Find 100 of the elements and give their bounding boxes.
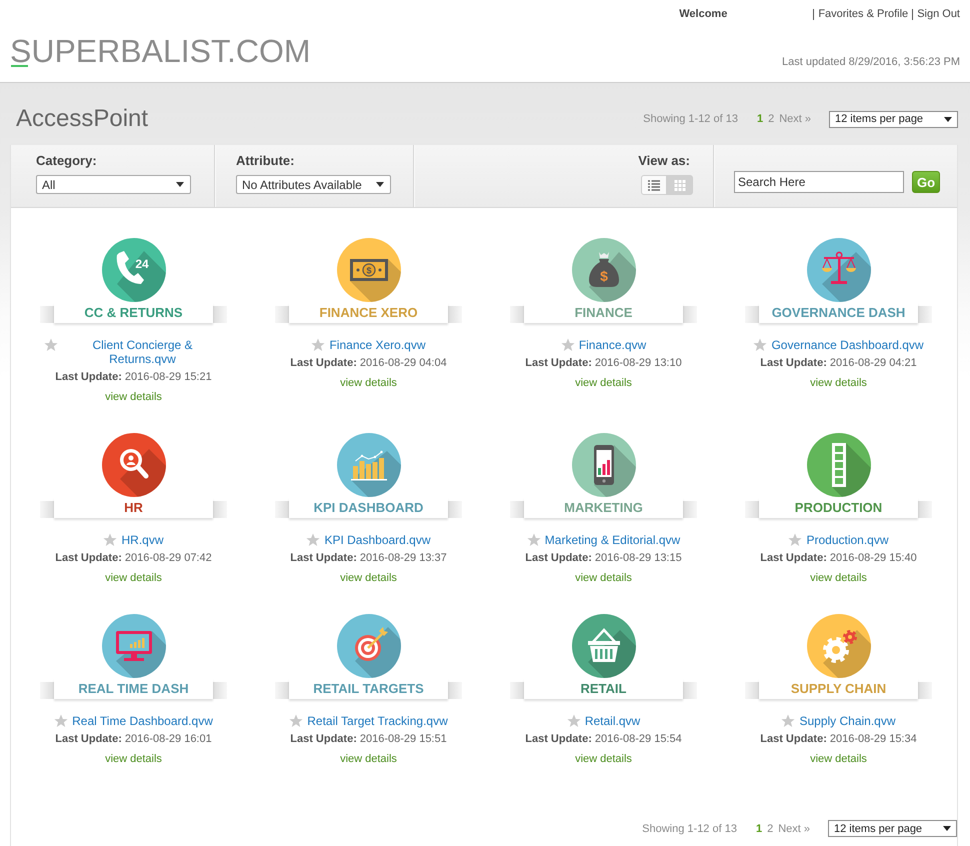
last-update-label: Last Update: <box>290 551 357 565</box>
star-icon[interactable] <box>54 714 68 728</box>
last-update-label: Last Update: <box>525 551 592 565</box>
view-as-label: View as: <box>638 153 690 169</box>
caret-icon <box>376 182 384 187</box>
last-updated-text: Last updated 8/29/2016, 3:56:23 PM <box>782 55 960 69</box>
title-banner: FINANCE <box>510 303 697 323</box>
site-logo[interactable]: SUPERBALIST.COM <box>10 33 311 69</box>
items-per-page-select[interactable]: 12 items per page <box>829 110 958 128</box>
results-summary: Showing 1-12 of 13 <box>642 822 737 836</box>
last-update-label: Last Update: <box>55 732 122 746</box>
view-details-link[interactable]: view details <box>575 752 632 766</box>
title-banner: PRODUCTION <box>745 498 932 518</box>
star-icon[interactable] <box>289 714 304 728</box>
last-update-time: 2016-08-29 15:34 <box>830 732 917 746</box>
search-field[interactable]: Search Here <box>734 171 904 193</box>
last-update-label: Last Update: <box>760 732 827 746</box>
document-link[interactable]: Governance Dashboard.qvw <box>771 338 924 352</box>
category-label: Category: <box>36 153 98 169</box>
view-details-link[interactable]: view details <box>810 752 867 766</box>
title-banner: RETAIL TARGETS <box>275 679 462 699</box>
last-update-time: 2016-08-29 15:21 <box>124 370 212 384</box>
document-link[interactable]: HR.qvw <box>121 533 164 547</box>
last-update-time: 2016-08-29 04:04 <box>360 356 447 370</box>
last-update-time: 2016-08-29 04:21 <box>830 356 917 370</box>
view-details-link[interactable]: view details <box>340 376 397 390</box>
view-details-link[interactable]: view details <box>575 376 632 390</box>
view-details-link[interactable]: view details <box>105 752 162 766</box>
last-update-time: 2016-08-29 13:10 <box>594 356 682 370</box>
header-link[interactable]: Sign Out <box>917 8 960 20</box>
last-update-time: 2016-08-29 13:37 <box>360 551 447 565</box>
last-update-time: 2016-08-29 15:40 <box>830 551 917 565</box>
last-update-label: Last Update: <box>525 356 592 370</box>
document-link[interactable]: Finance.qvw <box>578 338 646 352</box>
star-icon[interactable] <box>566 714 581 728</box>
title-banner: CC & RETURNS <box>40 303 227 323</box>
star-icon[interactable] <box>560 338 575 352</box>
document-link[interactable]: Supply Chain.qvw <box>799 714 896 728</box>
star-icon[interactable] <box>103 533 118 547</box>
view-details-link[interactable]: view details <box>810 376 867 390</box>
view-details-link[interactable]: view details <box>810 571 867 585</box>
document-link[interactable]: Retail Target Tracking.qvw <box>307 714 448 728</box>
star-icon[interactable] <box>526 533 541 547</box>
view-details-link[interactable]: view details <box>575 571 632 585</box>
view-details-link[interactable]: view details <box>340 752 397 766</box>
next-page-link[interactable]: Next » <box>778 822 810 836</box>
document-link[interactable]: KPI Dashboard.qvw <box>324 533 431 547</box>
document-link[interactable]: Client Concierge & Returns.qvw <box>62 338 224 366</box>
last-update-time: 2016-08-29 15:51 <box>360 732 447 746</box>
next-page-link[interactable]: Next » <box>779 112 811 126</box>
last-update-time: 2016-08-29 16:01 <box>124 732 212 746</box>
caret-icon <box>944 116 952 122</box>
caret-icon <box>176 182 184 187</box>
last-update-time: 2016-08-29 13:15 <box>594 551 682 565</box>
results-summary: Showing 1-12 of 13 <box>643 112 738 126</box>
attribute-select[interactable]: No Attributes Available <box>236 175 391 194</box>
page-link[interactable]: 2 <box>767 822 774 836</box>
document-link[interactable]: Retail.qvw <box>584 714 640 728</box>
header-link[interactable]: Favorites & Profile <box>818 8 908 20</box>
title-banner: REAL TIME DASH <box>40 679 227 699</box>
title-banner: HR <box>40 498 227 518</box>
title-banner: RETAIL <box>510 679 697 699</box>
last-update-label: Last Update: <box>290 732 357 746</box>
caret-icon <box>943 826 951 831</box>
star-icon[interactable] <box>781 714 796 728</box>
list-view-button[interactable] <box>641 175 667 195</box>
last-update-time: 2016-08-29 15:54 <box>594 732 682 746</box>
attribute-label: Attribute: <box>236 153 296 169</box>
document-link[interactable]: Marketing & Editorial.qvw <box>544 533 680 547</box>
title-banner: MARKETING <box>510 498 697 518</box>
star-icon[interactable] <box>44 338 58 352</box>
items-per-page-select[interactable]: 12 items per page <box>828 820 957 837</box>
category-select[interactable]: All <box>36 175 191 194</box>
star-icon[interactable] <box>311 338 326 352</box>
page-link[interactable]: 2 <box>768 112 774 126</box>
star-icon[interactable] <box>753 338 768 352</box>
star-icon[interactable] <box>788 533 802 547</box>
last-update-label: Last Update: <box>760 551 827 565</box>
view-details-link[interactable]: view details <box>105 571 162 585</box>
list-icon <box>648 180 660 190</box>
go-button[interactable]: Go <box>912 171 940 193</box>
last-update-label: Last Update: <box>55 370 122 384</box>
document-link[interactable]: Production.qvw <box>806 533 889 547</box>
grid-icon <box>674 180 686 190</box>
document-link[interactable]: Finance Xero.qvw <box>329 338 426 352</box>
page-link[interactable]: 1 <box>756 112 764 126</box>
view-details-link[interactable]: view details <box>340 571 397 585</box>
last-update-time: 2016-08-29 07:42 <box>124 551 212 565</box>
title-banner: SUPPLY CHAIN <box>745 679 932 699</box>
last-update-label: Last Update: <box>55 551 122 565</box>
page-link[interactable]: 1 <box>756 822 762 836</box>
page-title: AccessPoint <box>16 105 148 133</box>
document-link[interactable]: Real Time Dashboard.qvw <box>72 714 213 728</box>
last-update-label: Last Update: <box>290 356 357 370</box>
view-details-link[interactable]: view details <box>105 390 162 404</box>
title-banner: FINANCE XERO <box>275 303 462 323</box>
last-update-label: Last Update: <box>525 732 592 746</box>
star-icon[interactable] <box>306 533 320 547</box>
title-banner: GOVERNANCE DASH <box>745 303 932 323</box>
last-update-label: Last Update: <box>760 356 827 370</box>
